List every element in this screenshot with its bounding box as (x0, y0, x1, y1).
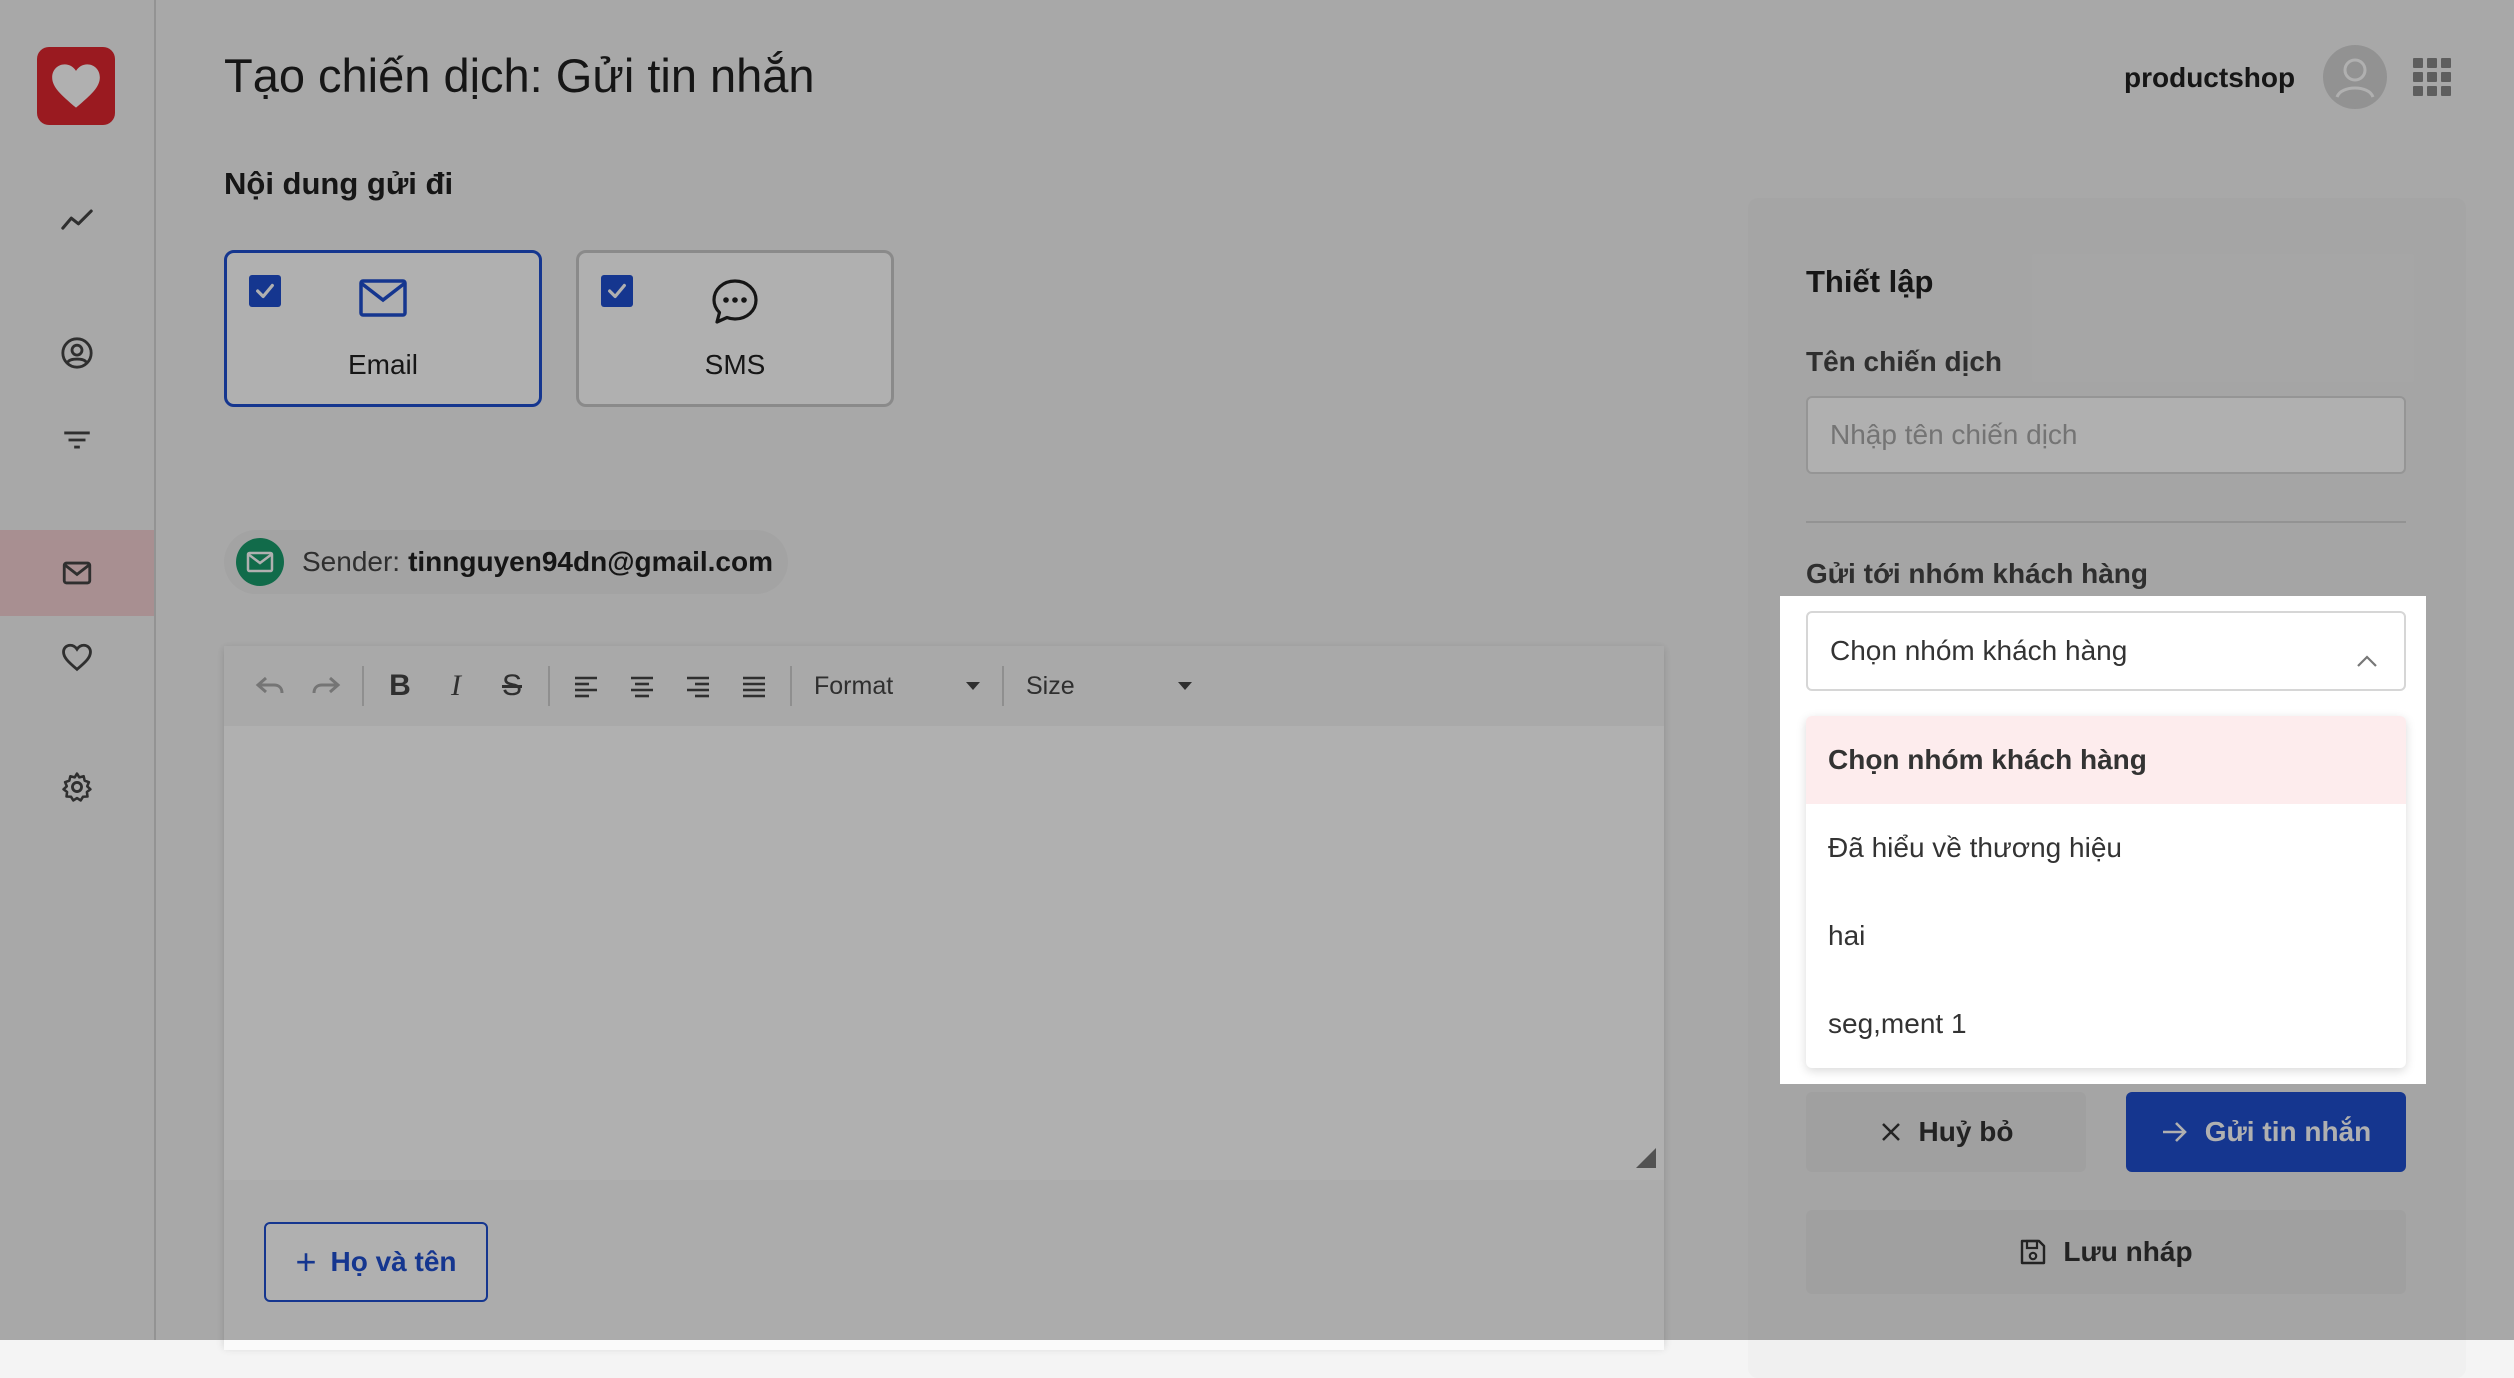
option-choose-group[interactable]: Chọn nhóm khách hàng (1806, 716, 2406, 804)
customer-group-selected-value: Chọn nhóm khách hàng (1830, 635, 2128, 666)
option-segment-1[interactable]: seg,ment 1 (1806, 980, 2406, 1068)
customer-group-options: Chọn nhóm khách hàng Đã hiểu về thương h… (1806, 716, 2406, 1068)
chevron-up-icon (2356, 643, 2378, 675)
customer-group-dropdown: Chọn nhóm khách hàng Chọn nhóm khách hàn… (1780, 596, 2426, 1084)
customer-group-select[interactable]: Chọn nhóm khách hàng (1806, 611, 2406, 691)
option-brand-aware[interactable]: Đã hiểu về thương hiệu (1806, 804, 2406, 892)
option-hai[interactable]: hai (1806, 892, 2406, 980)
